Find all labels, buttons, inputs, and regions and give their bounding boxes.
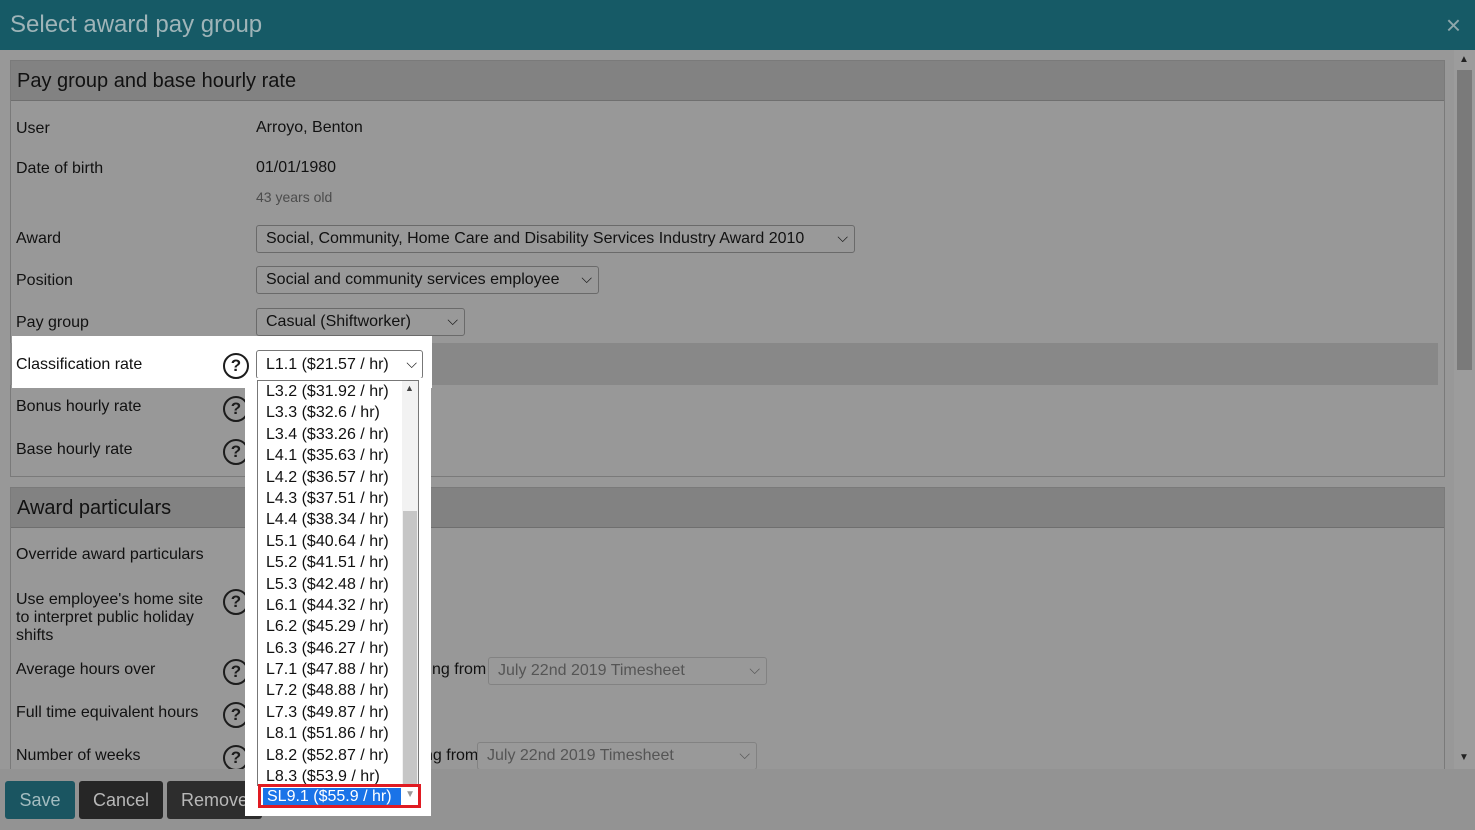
override-label: Override award particulars [16, 546, 204, 563]
classification-select-value: L1.1 ($21.57 / hr) [266, 356, 389, 373]
pay-group-section-title: Pay group and base hourly rate [11, 61, 1444, 101]
save-button[interactable]: Save [5, 781, 75, 819]
dropdown-option[interactable]: L5.1 ($40.64 / hr) [258, 531, 418, 552]
avg-timesheet-value: July 22nd 2019 Timesheet [498, 662, 685, 679]
dob-label: Date of birth [16, 160, 104, 177]
avg-timesheet-select[interactable]: July 22nd 2019 Timesheet ⌵ [488, 657, 767, 685]
chevron-down-icon: ⌵ [739, 746, 750, 762]
bonus-label: Bonus hourly rate [16, 398, 142, 415]
scroll-up-icon[interactable]: ▲ [1459, 54, 1469, 65]
paygroup-label: Pay group [16, 314, 89, 331]
dropdown-scroll-thumb[interactable] [403, 511, 417, 785]
avg-starting-text: ting from [424, 661, 487, 678]
award-select-value: Social, Community, Home Care and Disabil… [266, 230, 805, 247]
weeks-timesheet-select[interactable]: July 22nd 2019 Timesheet ⌵ [477, 742, 757, 770]
classification-select[interactable]: L1.1 ($21.57 / hr) ⌵ [256, 350, 423, 379]
user-label: User [16, 120, 50, 137]
dropdown-option[interactable]: L6.3 ($46.27 / hr) [258, 638, 418, 659]
fte-label: Full time equivalent hours [16, 704, 199, 721]
age-text: 43 years old [256, 189, 333, 205]
position-label: Position [16, 272, 73, 289]
dropdown-option[interactable]: L3.2 ($31.92 / hr) [258, 381, 418, 402]
award-label: Award [16, 230, 62, 247]
award-select[interactable]: Social, Community, Home Care and Disabil… [256, 225, 855, 253]
classification-dropdown-list[interactable]: L3.2 ($31.92 / hr) L3.3 ($32.6 / hr) L3.4 … [257, 380, 419, 786]
weeks-label: Number of weeks [16, 747, 141, 764]
dialog-titlebar: Select award pay group × [0, 0, 1475, 50]
dropdown-option[interactable]: L4.2 ($36.57 / hr) [258, 467, 418, 488]
dropdown-option[interactable]: L3.3 ($32.6 / hr) [258, 402, 418, 423]
dropdown-option[interactable]: L8.3 ($53.9 / hr) [258, 766, 418, 785]
dropdown-option[interactable]: L7.1 ($47.88 / hr) [258, 659, 418, 680]
dropdown-option[interactable]: L3.4 ($33.26 / hr) [258, 424, 418, 445]
close-icon[interactable]: × [1446, 10, 1461, 41]
dialog-title: Select award pay group [10, 11, 263, 38]
cancel-button[interactable]: Cancel [79, 781, 163, 819]
scroll-down-icon[interactable]: ▼ [1459, 752, 1469, 763]
chevron-down-icon: ⌵ [406, 355, 417, 371]
dropdown-option[interactable]: L4.3 ($37.51 / hr) [258, 488, 418, 509]
paygroup-select[interactable]: Casual (Shiftworker) ⌵ [256, 308, 465, 336]
dropdown-option[interactable]: L6.2 ($45.29 / hr) [258, 616, 418, 637]
dropdown-option[interactable]: L6.1 ($44.32 / hr) [258, 595, 418, 616]
dialog-scrollbar[interactable]: ▲ ▼ [1454, 50, 1475, 769]
dropdown-option[interactable]: L5.2 ($41.51 / hr) [258, 552, 418, 573]
weeks-starting-text: ng from [424, 747, 479, 764]
highlighted-option-label: SL9.1 ($55.9 / hr) [263, 788, 401, 805]
weeks-timesheet-value: July 22nd 2019 Timesheet [487, 747, 674, 764]
classification-label: Classification rate [16, 356, 143, 373]
dropdown-option[interactable]: L7.2 ($48.88 / hr) [258, 680, 418, 701]
scroll-up-icon[interactable]: ▲ [405, 383, 414, 393]
dropdown-option[interactable]: L8.2 ($52.87 / hr) [258, 745, 418, 766]
paygroup-select-value: Casual (Shiftworker) [266, 313, 411, 330]
home-site-label: Use employee's home site to interpret pu… [16, 591, 204, 644]
dropdown-option[interactable]: L4.4 ($38.34 / hr) [258, 509, 418, 530]
chevron-down-icon: ⌵ [581, 270, 592, 286]
base-label: Base hourly rate [16, 441, 133, 458]
chevron-down-icon: ▼ [405, 789, 415, 800]
avg-hours-label: Average hours over [16, 661, 156, 678]
user-value: Arroyo, Benton [256, 119, 363, 136]
dropdown-option[interactable]: L4.1 ($35.63 / hr) [258, 445, 418, 466]
chevron-down-icon: ⌵ [447, 312, 458, 328]
position-select[interactable]: Social and community services employee ⌵ [256, 266, 599, 294]
dropdown-option[interactable]: L7.3 ($49.87 / hr) [258, 702, 418, 723]
award-particulars-title: Award particulars [11, 488, 1444, 528]
dob-value: 01/01/1980 [256, 159, 337, 176]
position-select-value: Social and community services employee [266, 271, 560, 288]
scrollbar-thumb[interactable] [1457, 70, 1472, 370]
highlighted-option[interactable]: SL9.1 ($55.9 / hr) ▼ [258, 784, 421, 808]
dropdown-option[interactable]: L8.1 ($51.86 / hr) [258, 723, 418, 744]
dropdown-scrollbar[interactable]: ▲ [402, 381, 418, 785]
chevron-down-icon: ⌵ [837, 229, 848, 245]
help-icon[interactable]: ? [223, 353, 249, 379]
dropdown-option[interactable]: L5.3 ($42.48 / hr) [258, 574, 418, 595]
chevron-down-icon: ⌵ [749, 661, 760, 677]
